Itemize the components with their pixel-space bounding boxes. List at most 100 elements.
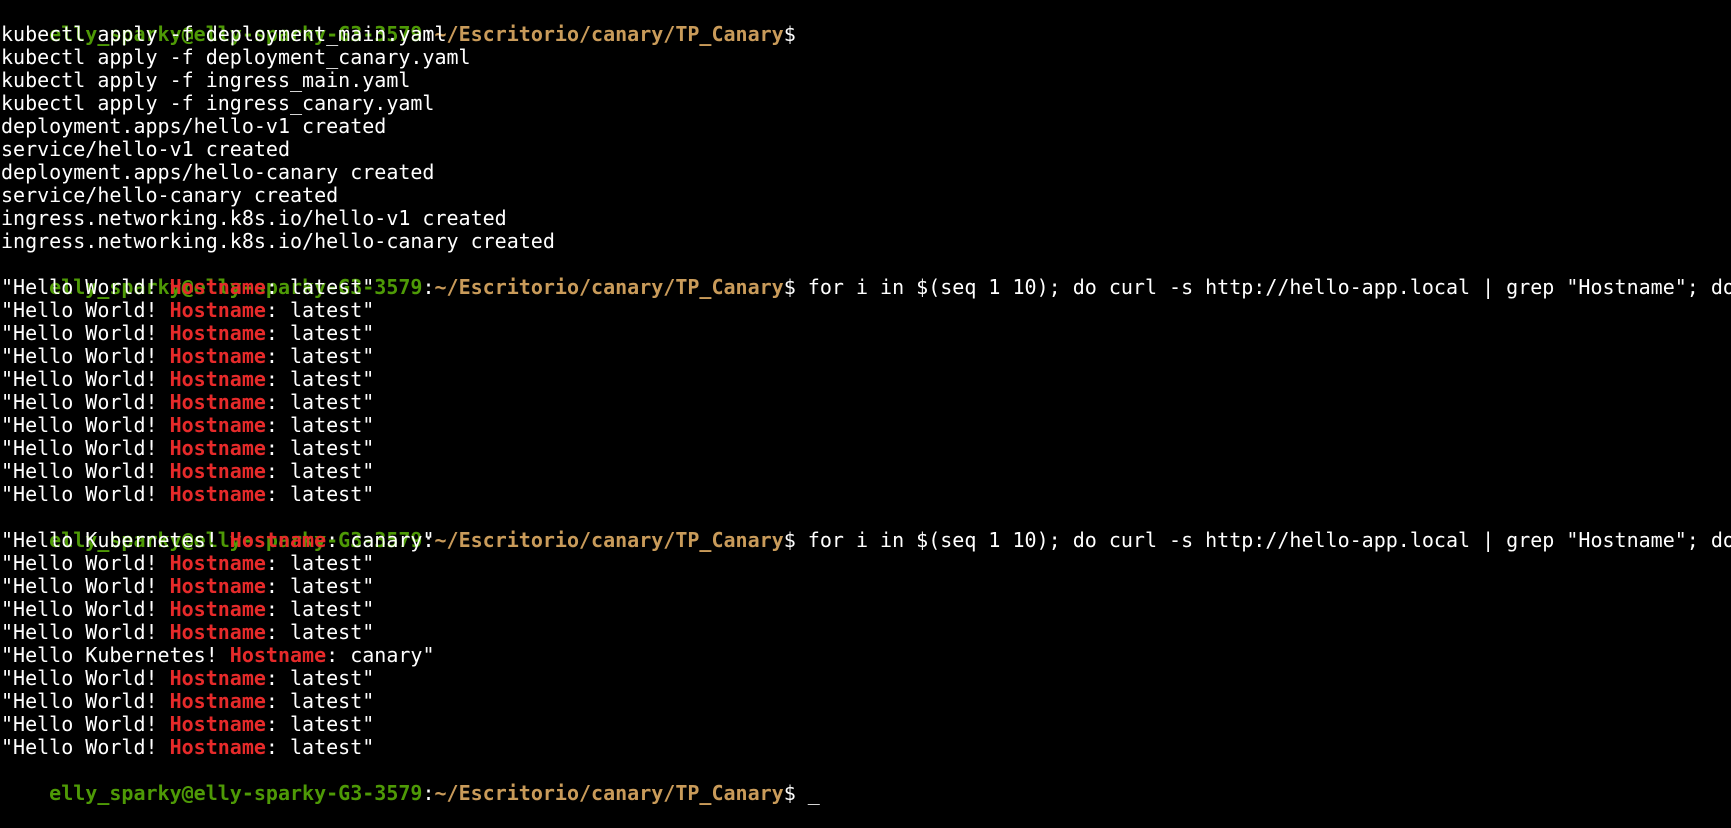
prompt-user-host: elly_sparky@elly-sparky-G3-3579 xyxy=(49,781,423,805)
output-text: : canary" xyxy=(326,528,435,552)
grep-match-highlight: Hostname xyxy=(169,574,266,598)
grep-match-highlight: Hostname xyxy=(169,712,266,736)
prompt-line[interactable]: elly_sparky@elly-sparky-G3-3579:~/Escrit… xyxy=(1,759,1731,805)
output-line: "Hello World! Hostname: latest" xyxy=(1,437,1731,460)
output-text: "Hello World! xyxy=(1,275,170,299)
output-line: deployment.apps/hello-v1 created xyxy=(1,114,387,138)
output-line: "Hello World! Hostname: latest" xyxy=(1,621,1731,644)
command-text: for i in $(seq 1 10); do curl -s http://… xyxy=(795,528,1731,552)
prompt-symbol: $ xyxy=(783,781,796,805)
output-line: "Hello World! Hostname: latest" xyxy=(1,391,1731,414)
output-text: : latest" xyxy=(265,413,375,437)
output-text: : latest" xyxy=(265,436,375,460)
output-text: "Hello World! xyxy=(1,459,170,483)
output-line: "Hello World! Hostname: latest" xyxy=(1,299,1731,322)
output-line: deployment.apps/hello-canary created xyxy=(1,160,435,184)
grep-match-highlight: Hostname xyxy=(169,666,266,690)
prompt-symbol: $ xyxy=(783,528,796,552)
output-text: : latest" xyxy=(265,597,375,621)
output-text: : latest" xyxy=(265,321,375,345)
grep-match-highlight: Hostname xyxy=(169,298,266,322)
output-line: "Hello World! Hostname: latest" xyxy=(1,736,1731,759)
output-text: "Hello World! xyxy=(1,390,170,414)
output-text: : latest" xyxy=(265,620,375,644)
grep-match-highlight: Hostname xyxy=(169,620,266,644)
output-text: : latest" xyxy=(265,390,375,414)
output-text: : latest" xyxy=(265,367,375,391)
output-text: "Hello World! xyxy=(1,712,170,736)
output-text: : latest" xyxy=(265,666,375,690)
command-line: kubectl apply -f deployment_main.yaml xyxy=(1,22,447,46)
grep-match-highlight: Hostname xyxy=(169,689,266,713)
prompt-line: elly_sparky@elly-sparky-G3-3579:~/Escrit… xyxy=(1,253,1731,299)
output-text: : latest" xyxy=(265,298,375,322)
grep-match-highlight: Hostname xyxy=(229,643,327,667)
grep-match-highlight: Hostname xyxy=(169,321,266,345)
output-line: ingress.networking.k8s.io/hello-canary c… xyxy=(1,229,555,253)
terminal-window[interactable]: elly_sparky@elly-sparky-G3-3579: ~/Escrit… xyxy=(0,0,1731,805)
prompt-path: ~/Escritorio/canary/TP_Canary xyxy=(434,781,784,805)
output-text: : latest" xyxy=(265,712,375,736)
output-line: "Hello World! Hostname: latest" xyxy=(1,460,1731,483)
output-text: "Hello World! xyxy=(1,413,170,437)
grep-match-highlight: Hostname xyxy=(169,459,266,483)
output-line: "Hello Kubernetes! Hostname: canary" xyxy=(1,644,1731,667)
prompt-separator: : xyxy=(422,275,435,299)
grep-match-highlight: Hostname xyxy=(169,390,266,414)
command-line: kubectl apply -f deployment_canary.yaml xyxy=(1,45,471,69)
output-line: "Hello World! Hostname: latest" xyxy=(1,483,1731,506)
output-line: "Hello World! Hostname: latest" xyxy=(1,667,1731,690)
output-text: "Hello World! xyxy=(1,344,170,368)
prompt-line: elly_sparky@elly-sparky-G3-3579:~/Escrit… xyxy=(1,506,1731,552)
curl-output-block: "Hello World! Hostname: latest" "Hello Wo… xyxy=(1,276,1731,506)
curl-output-block: "Hello Kubernetes! Hostname: canary" "Hel… xyxy=(1,529,1731,759)
output-text: "Hello World! xyxy=(1,597,170,621)
output-text: : canary" xyxy=(326,643,435,667)
output-text: : latest" xyxy=(265,482,375,506)
output-line: ingress.networking.k8s.io/hello-v1 creat… xyxy=(1,206,507,230)
output-line: "Hello World! Hostname: latest" xyxy=(1,414,1731,437)
prompt-line: elly_sparky@elly-sparky-G3-3579:~/Escrit… xyxy=(1,0,1731,46)
output-line: "Hello World! Hostname: latest" xyxy=(1,552,1731,575)
command-line: kubectl apply -f ingress_main.yaml xyxy=(1,68,411,92)
grep-match-highlight: Hostname xyxy=(169,735,266,759)
grep-match-highlight: Hostname xyxy=(169,597,266,621)
output-text: "Hello Kubernetes! xyxy=(1,528,230,552)
grep-match-highlight: Hostname xyxy=(169,482,266,506)
grep-match-highlight: Hostname xyxy=(169,367,266,391)
prompt-symbol: $ xyxy=(783,22,796,46)
output-text: "Hello World! xyxy=(1,666,170,690)
grep-match-highlight: Hostname xyxy=(169,275,266,299)
output-line: "Hello World! Hostname: latest" xyxy=(1,322,1731,345)
command-text: for i in $(seq 1 10); do curl -s http://… xyxy=(795,275,1731,299)
output-text: "Hello World! xyxy=(1,551,170,575)
grep-match-highlight: Hostname xyxy=(169,413,266,437)
output-text: : latest" xyxy=(265,735,375,759)
output-line: "Hello World! Hostname: latest" xyxy=(1,690,1731,713)
output-text: : latest" xyxy=(265,551,375,575)
output-text: "Hello World! xyxy=(1,574,170,598)
grep-match-highlight: Hostname xyxy=(229,528,327,552)
output-line: "Hello World! Hostname: latest" xyxy=(1,575,1731,598)
output-text: "Hello World! xyxy=(1,367,170,391)
output-text: : latest" xyxy=(265,574,375,598)
output-text: : latest" xyxy=(265,344,375,368)
prompt-symbol: $ xyxy=(783,275,796,299)
output-text: "Hello World! xyxy=(1,620,170,644)
output-text: "Hello Kubernetes! xyxy=(1,643,230,667)
output-text: "Hello World! xyxy=(1,735,170,759)
terminal-cursor[interactable]: _ xyxy=(796,781,820,805)
prompt-path: ~/Escritorio/canary/TP_Canary xyxy=(434,528,784,552)
grep-match-highlight: Hostname xyxy=(169,551,266,575)
output-text: "Hello World! xyxy=(1,321,170,345)
output-line: service/hello-v1 created xyxy=(1,137,290,161)
output-line: "Hello World! Hostname: latest" xyxy=(1,368,1731,391)
output-text: : latest" xyxy=(265,275,375,299)
prompt-path: ~/Escritorio/canary/TP_Canary xyxy=(434,22,784,46)
output-text: : latest" xyxy=(265,459,375,483)
output-text: "Hello World! xyxy=(1,689,170,713)
output-line: "Hello World! Hostname: latest" xyxy=(1,598,1731,621)
output-text: "Hello World! xyxy=(1,482,170,506)
output-text: "Hello World! xyxy=(1,436,170,460)
output-line: "Hello World! Hostname: latest" xyxy=(1,345,1731,368)
